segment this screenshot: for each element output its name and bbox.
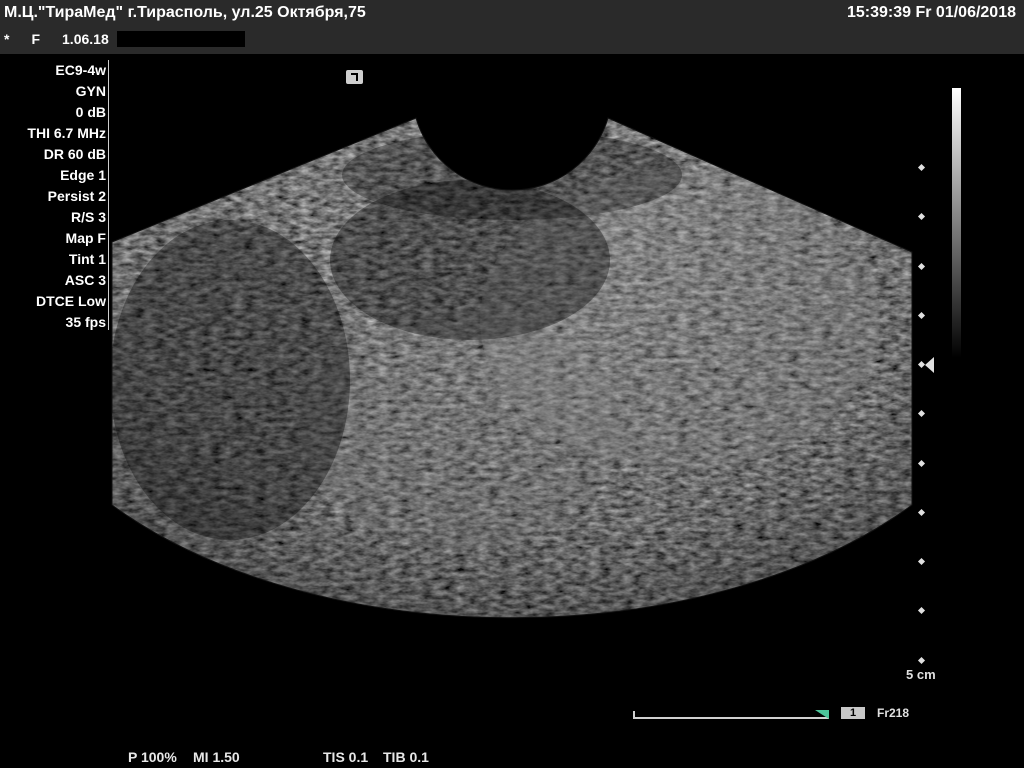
mi-readout: MI 1.50 xyxy=(193,749,240,765)
tis-readout: TIS 0.1 xyxy=(323,749,369,765)
cine-position-icon[interactable] xyxy=(815,710,829,719)
depth-label: 5 cm xyxy=(906,667,936,682)
tib-readout: TIB 0.1 xyxy=(383,749,429,765)
cine-scrollbar[interactable] xyxy=(633,710,829,719)
frame-badge: 1 xyxy=(841,707,865,719)
grayscale-bar xyxy=(952,88,961,358)
focus-marker-icon[interactable] xyxy=(925,357,934,373)
ultrasound-image xyxy=(111,117,913,619)
cine-track xyxy=(633,717,829,719)
power-readout: P 100% xyxy=(128,749,177,765)
frame-label: Fr218 xyxy=(877,706,910,720)
orientation-marker xyxy=(346,70,363,84)
